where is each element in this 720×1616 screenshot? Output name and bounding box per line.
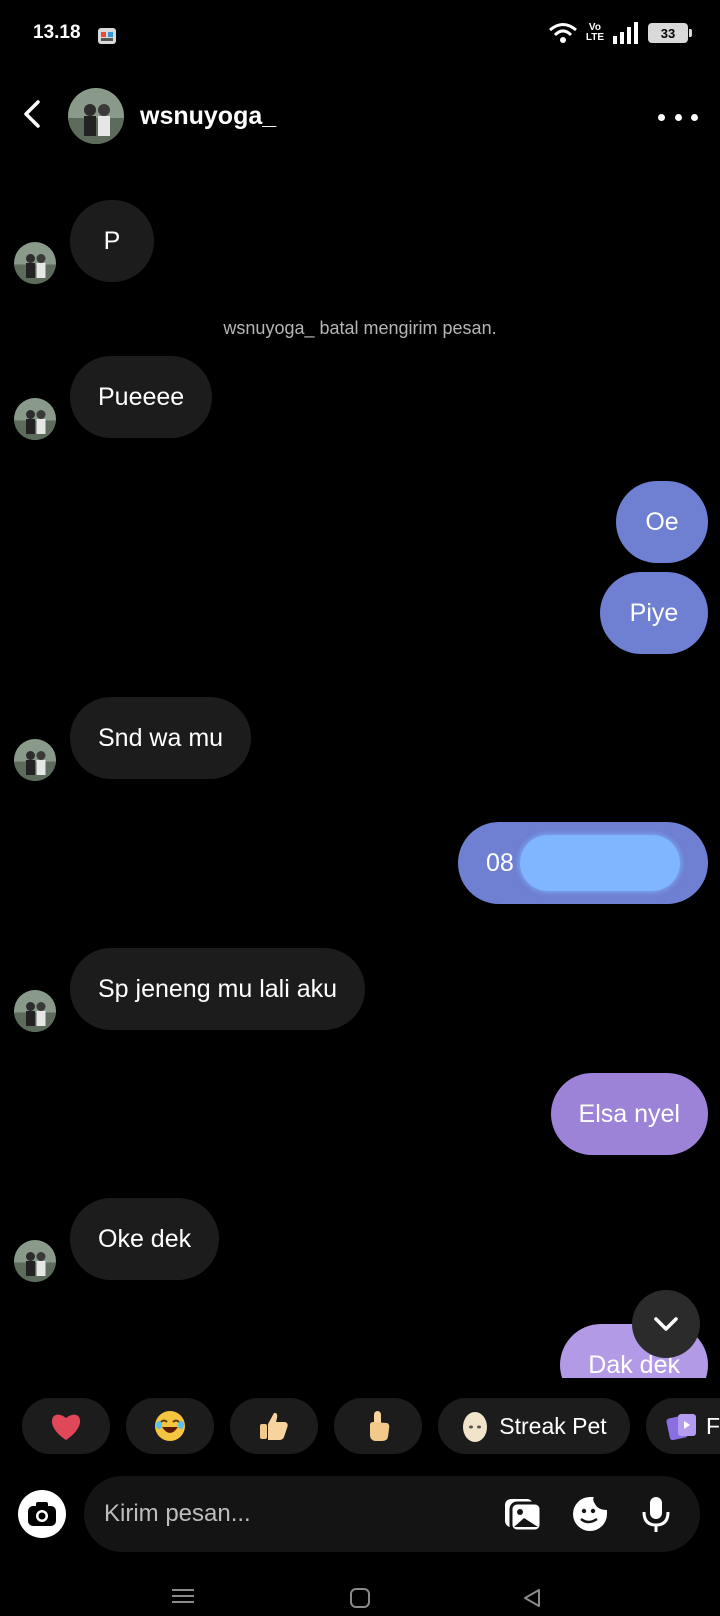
streak-pet-button[interactable]: Streak Pet xyxy=(438,1398,630,1454)
redaction-mark xyxy=(519,835,680,891)
wifi-icon xyxy=(548,23,577,43)
sender-avatar[interactable] xyxy=(14,739,56,781)
heart-icon xyxy=(51,1414,81,1440)
incoming-message[interactable]: Sp jeneng mu lali aku xyxy=(70,948,366,1030)
volte-bottom: LTE xyxy=(585,32,604,43)
egg-icon xyxy=(463,1412,488,1442)
status-right: Vo LTE 33 xyxy=(548,22,692,44)
reaction-thumbs-up[interactable] xyxy=(230,1398,318,1454)
app-notification-icon xyxy=(98,28,116,44)
sender-avatar[interactable] xyxy=(14,1240,56,1282)
laughing-face-icon xyxy=(155,1411,185,1441)
reaction-laugh[interactable] xyxy=(126,1398,214,1454)
status-time: 13.18 xyxy=(33,22,81,43)
sticker-icon[interactable] xyxy=(570,1494,610,1534)
gallery-icon[interactable] xyxy=(502,1494,542,1534)
profile-photo xyxy=(14,398,56,440)
outgoing-message-phone[interactable]: 08 xyxy=(458,822,708,904)
thumbs-up-icon xyxy=(260,1412,288,1440)
chat-username[interactable]: wsnuyoga_ xyxy=(140,102,276,131)
dot xyxy=(674,113,682,121)
chat-header: wsnuyoga_ xyxy=(0,82,720,152)
unsent-message-note: wsnuyoga_ batal mengirim pesan. xyxy=(223,318,497,338)
next-reaction-label: F xyxy=(706,1412,720,1439)
volte-indicator: Vo LTE xyxy=(586,23,604,43)
outgoing-message[interactable]: Piye xyxy=(600,572,708,654)
cards-icon xyxy=(666,1414,696,1441)
message-composer xyxy=(84,1476,700,1552)
dot xyxy=(658,113,665,121)
incoming-message[interactable]: P xyxy=(70,200,154,282)
profile-photo xyxy=(14,1240,56,1282)
battery-icon: 33 xyxy=(648,23,692,43)
sender-avatar[interactable] xyxy=(14,398,56,440)
reaction-heart[interactable] xyxy=(22,1398,110,1454)
chevron-down-icon xyxy=(654,1317,678,1331)
clip-region: Dak dek xyxy=(0,1320,720,1378)
sender-avatar[interactable] xyxy=(14,242,56,284)
outgoing-message[interactable]: Elsa nyel xyxy=(550,1073,708,1155)
sender-avatar[interactable] xyxy=(14,990,56,1032)
header-avatar[interactable] xyxy=(68,88,124,144)
phone-prefix: 08 xyxy=(486,848,514,877)
system-nav-bar xyxy=(0,1580,720,1616)
streak-pet-label: Streak Pet xyxy=(499,1412,607,1439)
camera-icon xyxy=(28,1502,56,1526)
signal-icon xyxy=(613,22,638,44)
home-nav-icon[interactable] xyxy=(350,1588,370,1608)
menu-nav-icon[interactable] xyxy=(172,1588,194,1604)
profile-photo xyxy=(14,739,56,781)
reaction-point-up[interactable] xyxy=(334,1398,422,1454)
dot xyxy=(691,113,698,121)
incoming-message[interactable]: Pueeee xyxy=(70,356,213,438)
quick-reactions-bar: Streak Pet F xyxy=(22,1398,720,1454)
reaction-next[interactable]: F xyxy=(646,1398,720,1454)
camera-button[interactable] xyxy=(18,1490,66,1538)
incoming-message[interactable]: Oke dek xyxy=(70,1198,220,1280)
scroll-to-bottom-button[interactable] xyxy=(632,1290,700,1358)
outgoing-message[interactable]: Oe xyxy=(616,481,708,563)
microphone-icon[interactable] xyxy=(636,1494,676,1534)
back-nav-icon[interactable] xyxy=(522,1588,542,1608)
profile-photo xyxy=(14,990,56,1032)
profile-photo xyxy=(68,88,124,144)
status-bar: 13.18 Vo LTE 33 xyxy=(0,0,720,70)
back-arrow-icon[interactable] xyxy=(16,96,52,132)
incoming-message[interactable]: Snd wa mu xyxy=(70,697,252,779)
pointing-hand-icon xyxy=(370,1411,390,1441)
more-options-icon[interactable] xyxy=(658,102,698,132)
profile-photo xyxy=(14,242,56,284)
message-input[interactable] xyxy=(104,1496,464,1532)
